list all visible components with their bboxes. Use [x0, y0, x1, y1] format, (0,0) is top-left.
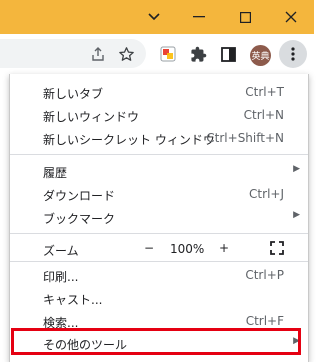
menu-item-label: 新しいウィンドウ [43, 110, 140, 124]
chrome-main-menu: 新しいタブ Ctrl+T 新しいウィンドウ Ctrl+N 新しいシークレット ウ… [9, 74, 309, 362]
window-titlebar [0, 0, 314, 34]
browser-toolbar: 英典 [0, 34, 314, 74]
menu-separator [10, 261, 308, 262]
menu-item-new-window[interactable]: 新しいウィンドウ Ctrl+N [10, 104, 308, 126]
profile-avatar[interactable]: 英典 [250, 45, 271, 66]
puzzle-extensions-icon [190, 46, 206, 62]
minimize-icon [193, 16, 205, 18]
zoom-in-button[interactable]: + [219, 241, 229, 255]
menu-item-zoom: ズーム − 100% + [10, 236, 308, 260]
zoom-out-button[interactable]: − [144, 241, 154, 255]
menu-item-label: 印刷... [43, 270, 79, 284]
maximize-icon [239, 11, 251, 23]
menu-item-label: ズーム [43, 244, 79, 258]
menu-item-label: 新しいシークレット ウィンドウ [43, 133, 215, 147]
menu-item-label: 新しいタブ [43, 87, 104, 101]
share-button[interactable] [84, 40, 112, 68]
menu-item-shortcut: Ctrl+Shift+N [206, 131, 284, 145]
menu-item-downloads[interactable]: ダウンロード Ctrl+J [10, 183, 308, 205]
share-icon [92, 47, 104, 61]
menu-item-shortcut: Ctrl+N [243, 108, 284, 122]
extension-app-icon [160, 46, 176, 62]
menu-item-shortcut: Ctrl+P [245, 268, 284, 282]
menu-item-label: 履歴 [43, 166, 68, 180]
menu-item-history[interactable]: 履歴 ▶ [10, 160, 308, 182]
menu-item-bookmarks[interactable]: ブックマーク ▶ [10, 206, 308, 228]
menu-item-cast[interactable]: キャスト... [10, 287, 308, 309]
extensions-button[interactable] [184, 40, 212, 68]
close-icon [285, 11, 297, 23]
extension-app-button[interactable] [154, 40, 182, 68]
side-panel-button[interactable] [214, 40, 242, 68]
tab-search-button[interactable] [131, 0, 177, 34]
menu-separator [10, 154, 308, 155]
fullscreen-button[interactable] [270, 241, 284, 258]
side-panel-icon [220, 46, 236, 62]
fullscreen-icon [270, 241, 284, 255]
three-dots-vertical-icon [291, 47, 295, 61]
close-window-button[interactable] [268, 0, 314, 34]
chevron-down-icon [148, 13, 160, 21]
bookmark-star-icon [118, 46, 134, 61]
menu-item-label: キャスト... [43, 293, 103, 307]
menu-item-label: ブックマーク [43, 212, 116, 226]
maximize-button[interactable] [222, 0, 268, 34]
menu-item-label: ダウンロード [43, 189, 116, 203]
submenu-arrow-icon: ▶ [293, 210, 300, 220]
menu-item-new-tab[interactable]: 新しいタブ Ctrl+T [10, 81, 308, 103]
menu-item-new-incognito-window[interactable]: 新しいシークレット ウィンドウ Ctrl+Shift+N [10, 127, 308, 149]
bookmark-star-button[interactable] [112, 40, 140, 68]
zoom-level-value: 100% [170, 242, 205, 256]
menu-item-shortcut: Ctrl+T [245, 85, 284, 99]
menu-item-shortcut: Ctrl+J [249, 187, 284, 201]
menu-item-shortcut: Ctrl+F [245, 314, 284, 328]
menu-separator [10, 233, 308, 234]
highlight-box [11, 328, 301, 355]
more-menu-button[interactable] [279, 40, 307, 68]
minimize-button[interactable] [176, 0, 222, 34]
menu-item-print[interactable]: 印刷... Ctrl+P [10, 264, 308, 286]
submenu-arrow-icon: ▶ [293, 164, 300, 174]
